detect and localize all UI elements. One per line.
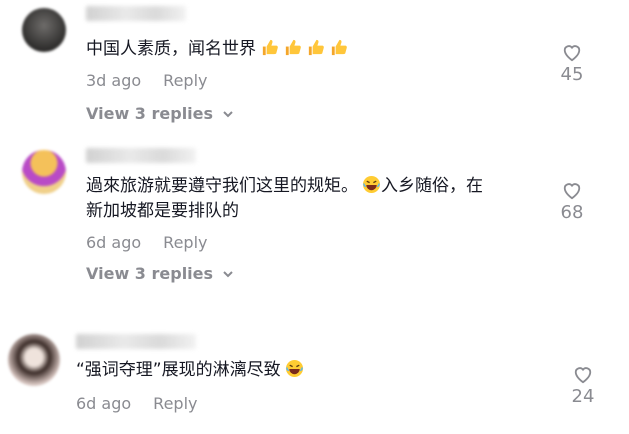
comment-text-line2: 新加坡都是要排队的: [86, 201, 239, 221]
laughing-face-icon: [358, 175, 381, 196]
heart-icon: [563, 45, 581, 62]
view-replies-button[interactable]: View 3 replies: [86, 104, 235, 123]
comment-text-body: 中国人素质，闻名世界: [86, 39, 256, 59]
reply-button[interactable]: Reply: [163, 71, 207, 90]
thumbs-up-icon: [325, 39, 348, 59]
timestamp: 6d ago: [76, 394, 132, 413]
comment-3: “强词夺理”展现的淋漓尽致 6d ago Reply 24: [0, 330, 629, 434]
comment-meta: 6d ago Reply: [86, 233, 207, 252]
username-blurred[interactable]: [86, 6, 186, 21]
chevron-down-icon: [223, 270, 233, 277]
timestamp: 6d ago: [86, 233, 142, 252]
comment-1: 中国人素质，闻名世界 3d ago Reply 45 View 3 replies: [0, 0, 629, 130]
comment-meta: 3d ago Reply: [86, 71, 207, 90]
comment-text: “强词夺理”展现的淋漓尽致: [76, 358, 304, 383]
like-count: 45: [560, 64, 584, 85]
like-count: 68: [560, 202, 584, 223]
comment-text-body: “强词夺理”展现的淋漓尽致: [76, 360, 281, 380]
like-button[interactable]: 24: [563, 364, 603, 407]
heart-icon: [563, 183, 581, 200]
comment-meta: 6d ago Reply: [76, 394, 197, 413]
username-blurred[interactable]: [86, 148, 196, 163]
username-blurred[interactable]: [76, 334, 196, 349]
reply-button[interactable]: Reply: [153, 394, 197, 413]
thumbs-up-icon: [279, 39, 302, 59]
thumbs-up-icon: [256, 39, 279, 59]
like-button[interactable]: 68: [552, 180, 592, 223]
view-replies-button[interactable]: View 3 replies: [86, 264, 235, 283]
comment-text: 中国人素质，闻名世界: [86, 37, 348, 62]
comment-text: 過來旅游就要遵守我们这里的规矩。 入乡随俗，在 新加坡都是要排队的: [86, 174, 536, 224]
like-count: 24: [571, 386, 595, 407]
reply-button[interactable]: Reply: [163, 233, 207, 252]
comment-text-line1b: 入乡随俗，在: [381, 176, 483, 196]
heart-icon: [574, 367, 592, 384]
timestamp: 3d ago: [86, 71, 142, 90]
avatar[interactable]: [8, 334, 60, 386]
comment-text-line1: 過來旅游就要遵守我们这里的规矩。: [86, 176, 358, 196]
like-button[interactable]: 45: [552, 42, 592, 85]
avatar[interactable]: [22, 8, 66, 52]
chevron-down-icon: [223, 110, 233, 117]
comment-2: 過來旅游就要遵守我们这里的规矩。 入乡随俗，在 新加坡都是要排队的 6d ago R…: [0, 140, 629, 290]
laughing-face-icon: [281, 359, 304, 380]
thumbs-up-icon: [302, 39, 325, 59]
view-replies-label: View 3 replies: [86, 264, 214, 283]
avatar[interactable]: [22, 150, 66, 194]
view-replies-label: View 3 replies: [86, 104, 214, 123]
